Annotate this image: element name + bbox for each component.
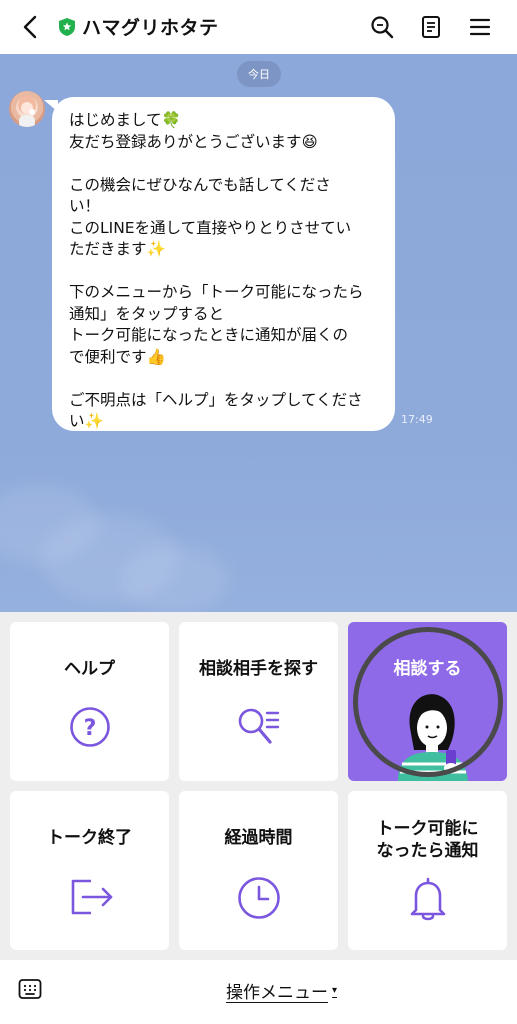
message-bubble[interactable]: はじめまして🍀 友だち登録ありがとうございます😆 この機会にぜひなんでも話してく… (52, 97, 395, 431)
menu-item-label: ヘルプ (64, 659, 115, 679)
menu-item-end-talk[interactable]: トーク終了 (10, 791, 169, 950)
search-icon[interactable] (369, 14, 395, 40)
date-separator: 今日 (237, 61, 281, 87)
rich-menu: ヘルプ ? 相談相手を探す 相談する トーク終了 経過時間 トーク可能に なった… (0, 612, 517, 960)
menu-item-notify-available[interactable]: トーク可能に なったら通知 (348, 791, 507, 950)
menu-item-elapsed-time[interactable]: 経過時間 (179, 791, 338, 950)
menu-item-consult[interactable]: 相談する (348, 622, 507, 781)
menu-toggle-button[interactable]: 操作メニュー ▾ (226, 978, 337, 1003)
menu-toggle-label: 操作メニュー (226, 983, 328, 1003)
menu-icon[interactable] (467, 14, 493, 40)
caret-down-icon: ▾ (332, 985, 338, 996)
page-title: ハマグリホタテ (82, 17, 219, 39)
chat-area[interactable]: 今日 はじめまして🍀 友だち登録ありがとうございます😆 この機会にぜひなんでも話… (0, 54, 517, 612)
menu-item-label: トーク可能に なったら通知 (376, 819, 479, 861)
help-icon: ? (70, 707, 110, 747)
message-text: はじめまして🍀 友だち登録ありがとうございます😆 この機会にぜひなんでも話してく… (69, 111, 364, 430)
menu-item-label: 相談相手を探す (199, 659, 318, 679)
bottom-bar: 操作メニュー ▾ (0, 960, 517, 1024)
clock-icon (238, 877, 280, 919)
bell-icon (410, 877, 446, 921)
menu-item-label: 経過時間 (224, 828, 293, 848)
chat-header: ハマグリホタテ (0, 0, 517, 54)
keyboard-icon[interactable] (18, 977, 42, 1001)
exit-icon (71, 879, 113, 915)
svg-text:?: ? (84, 716, 97, 741)
shield-icon (59, 18, 75, 36)
background-cloud (120, 544, 230, 612)
back-arrow-icon[interactable] (18, 14, 44, 40)
menu-item-help[interactable]: ヘルプ ? (10, 622, 169, 781)
search-list-icon (238, 708, 280, 744)
menu-item-find-partner[interactable]: 相談相手を探す (179, 622, 338, 781)
highlight-circle (353, 627, 503, 777)
menu-item-label: トーク終了 (47, 828, 132, 848)
notes-icon[interactable] (418, 14, 444, 40)
avatar[interactable] (9, 91, 45, 127)
message-timestamp: 17:49 (401, 413, 433, 426)
avatar-illustration (18, 96, 36, 127)
